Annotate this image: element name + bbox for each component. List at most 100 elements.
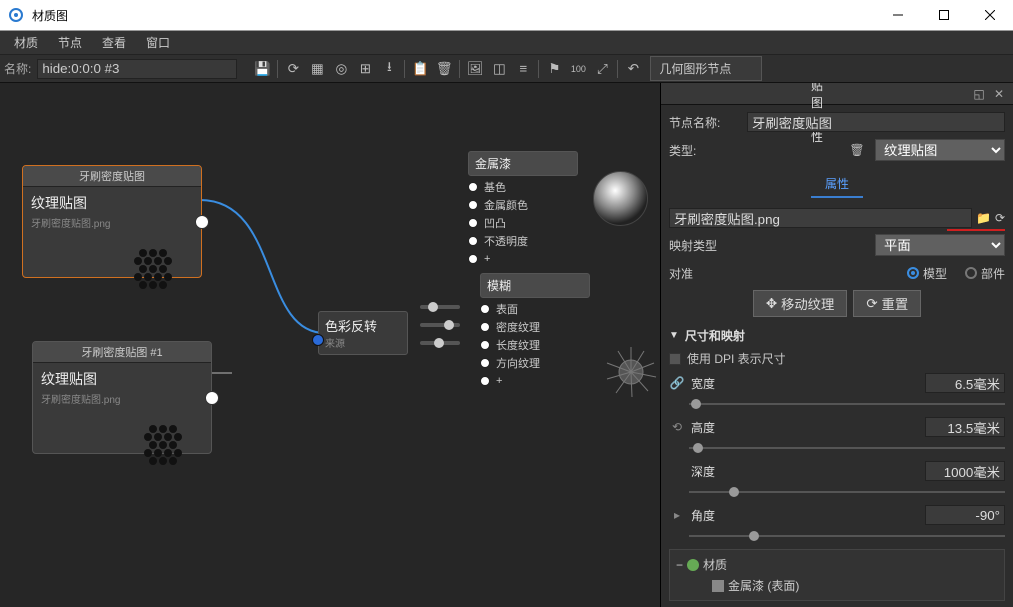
height-slider[interactable] [689,443,1005,451]
hex-thumb-icon [133,245,173,295]
panel-header: 纹理贴图 属性 ◱ ✕ [661,83,1013,105]
node2-title: 牙刷密度贴图 #1 [33,342,211,363]
name-input[interactable] [37,59,237,79]
use-dpi-checkbox[interactable] [669,353,681,365]
type-select[interactable]: 纹理贴图 [875,139,1005,161]
align-part-radio[interactable]: 部件 [965,265,1005,282]
grid-icon[interactable]: ▦ [306,58,328,80]
node-graph-canvas[interactable]: 牙刷密度贴图 纹理贴图 牙刷密度贴图.png 牙刷密度贴图 #1 纹理贴图 牙刷… [0,83,661,607]
export-icon[interactable]: ⭳ [378,58,400,80]
toolbar: 名称: 💾 ⟳ ▦ ◎ ⊞ ⭳ 📋 🗑 🖼 ◫ ≡ ⚑ 100 ⤢ ↶ 几何图形… [0,55,1013,83]
menu-material[interactable]: 材质 [4,30,48,55]
fuzzy-input-density[interactable]: 密度纹理 [480,318,590,336]
section-size-mapping[interactable]: ▼ 尺寸和映射 [669,327,1005,344]
panel-popout-icon[interactable]: ◱ [971,86,987,102]
color-invert-node[interactable]: 色彩反转 来源 [318,311,408,355]
metal-paint-node[interactable]: 金属漆 基色 金属颜色 凹凸 不透明度 + [468,151,578,268]
tree-collapse-icon[interactable]: − [676,558,683,572]
brush-preview-icon [602,343,660,401]
height-input[interactable] [925,417,1005,437]
layout-icon[interactable]: ⊞ [354,58,376,80]
menubar: 材质 节点 查看 窗口 [0,31,1013,55]
texture-file-input[interactable] [669,208,972,228]
angle-label: 角度 [691,507,731,524]
slider-thumb [420,298,470,352]
flag-icon[interactable]: ⚑ [543,58,565,80]
node1-output-port[interactable] [195,215,209,229]
tab-properties[interactable]: 属性 [811,171,863,198]
app-icon [8,7,24,23]
depth-label: 深度 [691,463,731,480]
fuzzy-node[interactable]: 模糊 表面 密度纹理 长度纹理 方向纹理 + [480,273,590,390]
refresh-icon[interactable]: ⟳ [282,58,304,80]
node2-output-port[interactable] [205,391,219,405]
metal-title: 金属漆 [468,151,578,176]
align-model-radio[interactable]: 模型 [907,265,947,282]
metal-input-opacity[interactable]: 不透明度 [468,232,578,250]
texture-node-2[interactable]: 牙刷密度贴图 #1 纹理贴图 牙刷密度贴图.png [32,341,212,454]
levels-icon[interactable]: ≡ [512,58,534,80]
invert-sub: 来源 [325,335,401,350]
angle-input[interactable] [925,505,1005,525]
panel-body: 节点名称: 类型: 🗑 纹理贴图 属性 📁 ⟳ 映射类型 平 [661,105,1013,607]
metal-input-metalcolor[interactable]: 金属颜色 [468,196,578,214]
type-label: 类型: [669,142,739,159]
fuzzy-input-length[interactable]: 长度纹理 [480,336,590,354]
depth-input[interactable] [925,461,1005,481]
fit-icon[interactable]: ⤢ [591,58,613,80]
menu-window[interactable]: 窗口 [136,30,180,55]
material-preview-sphere [593,171,648,226]
metal-input-base[interactable]: 基色 [468,178,578,196]
window-maximize-button[interactable] [921,0,967,30]
clipboard-icon[interactable]: 📋 [409,58,431,80]
delete-type-icon[interactable]: 🗑 [847,140,867,160]
expand-angle-icon[interactable]: ▸ [669,507,685,523]
fuzzy-title: 模糊 [480,273,590,298]
fuzzy-input-add[interactable]: + [480,372,590,390]
fuzzy-input-surface[interactable]: 表面 [480,300,590,318]
metal-input-bump[interactable]: 凹凸 [468,214,578,232]
reload-file-icon[interactable]: ⟳ [995,211,1005,225]
trash-icon[interactable]: 🗑 [433,58,455,80]
name-label: 名称: [4,60,31,77]
node1-type: 纹理贴图 [31,193,193,213]
align-label: 对准 [669,265,739,282]
window-minimize-button[interactable] [875,0,921,30]
sync-icon[interactable]: ⟲ [669,419,685,435]
node1-file: 牙刷密度贴图.png [31,215,193,230]
angle-slider[interactable] [689,531,1005,539]
geo-node-dropdown[interactable]: 几何图形节点 [650,56,762,81]
folder-open-icon[interactable]: 📁 [976,211,991,225]
menu-view[interactable]: 查看 [92,30,136,55]
reset-button[interactable]: ⟳重置 [853,290,921,317]
window-close-button[interactable] [967,0,1013,30]
tree-child-row[interactable]: 金属漆 (表面) [674,575,1000,596]
tree-root-row[interactable]: − 材质 [674,554,1000,575]
texture-node-1[interactable]: 牙刷密度贴图 纹理贴图 牙刷密度贴图.png [22,165,202,278]
properties-panel: 纹理贴图 属性 ◱ ✕ 节点名称: 类型: 🗑 纹理贴图 属性 📁 [661,83,1013,607]
material-ball-icon [687,559,699,571]
width-input[interactable] [925,373,1005,393]
crop-icon[interactable]: ◫ [488,58,510,80]
save-icon[interactable]: 💾 [251,58,273,80]
invert-title: 色彩反转 [325,316,401,335]
menu-node[interactable]: 节点 [48,30,92,55]
width-slider[interactable] [689,399,1005,407]
panel-close-icon[interactable]: ✕ [991,86,1007,102]
image-icon[interactable]: 🖼 [464,58,486,80]
fuzzy-input-direction[interactable]: 方向纹理 [480,354,590,372]
map-type-select[interactable]: 平面 [875,234,1005,256]
metal-input-add[interactable]: + [468,250,578,268]
invert-input-port[interactable] [312,334,324,346]
node-name-input[interactable] [747,112,1005,132]
link-icon[interactable]: 🔗 [669,375,685,391]
depth-slider[interactable] [689,487,1005,495]
zoom100-icon[interactable]: 100 [567,58,589,80]
node1-title: 牙刷密度贴图 [23,166,201,187]
target-icon[interactable]: ◎ [330,58,352,80]
move-texture-button[interactable]: ✥移动纹理 [753,290,847,317]
undo-icon[interactable]: ↶ [622,58,644,80]
material-tree: − 材质 金属漆 (表面) [669,549,1005,601]
window-titlebar: 材质图 [0,0,1013,31]
move-icon: ✥ [766,296,777,312]
